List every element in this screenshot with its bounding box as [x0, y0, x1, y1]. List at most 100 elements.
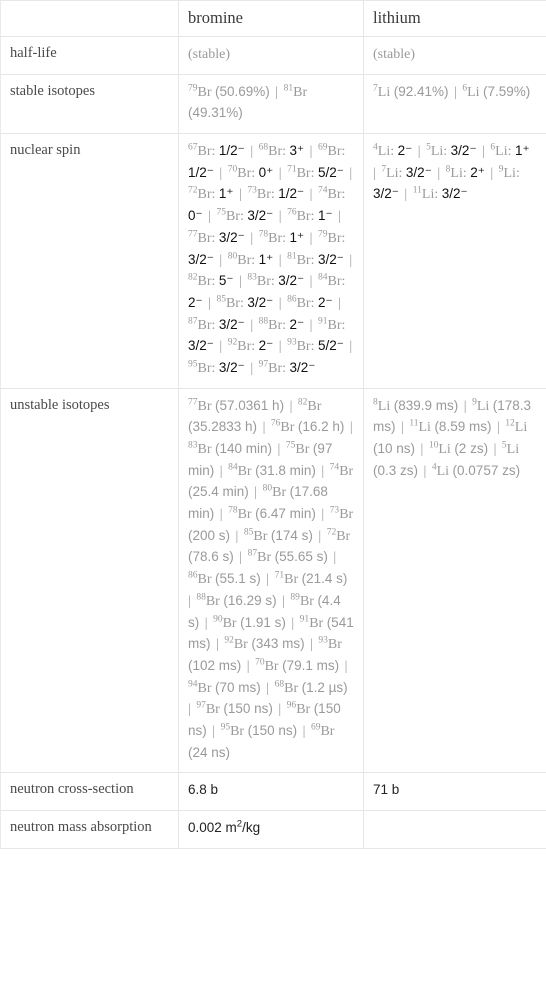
isotope-value: (200 s) — [188, 527, 231, 543]
isotope-value: (50.69%) — [215, 83, 270, 99]
cell-nuclear-spin-bromine: 67Br: 1/2⁻ | 68Br: 3⁺ | 69Br: 1/2⁻ | 70B… — [178, 133, 364, 389]
isotope-label: 11Li: — [413, 186, 439, 203]
isotope-label: 8Li: — [446, 164, 467, 181]
isotope-label: 7Li: — [381, 164, 403, 181]
isotope-spin-value: 3/2⁻ — [218, 229, 245, 245]
isotope-mass-number: 79 — [188, 83, 198, 94]
isotope-label: 83Br: — [247, 273, 275, 290]
isotope-symbol: Li: — [421, 187, 439, 203]
isotope-symbol: Br — [295, 442, 310, 457]
isotope-value: (10 ns) — [373, 441, 416, 456]
row-label-neutron-cross-section: neutron cross-section — [0, 772, 179, 811]
isotope-label: 80Br — [263, 484, 287, 500]
isotope-label: 74Br — [330, 462, 354, 478]
isotope-symbol: Br: — [327, 144, 346, 160]
isotope-mass-number: 89 — [290, 592, 300, 603]
isotope-mass-number: 88 — [258, 315, 269, 326]
isotope-label: 94Br — [188, 679, 212, 695]
isotope-label: 75Br: — [216, 208, 243, 224]
isotope-separator: | — [215, 165, 226, 181]
isotope-value: (24 ns) — [188, 744, 231, 760]
neutron-cross-section-bromine-value: 6.8 b — [188, 782, 219, 798]
isotope-separator: | — [490, 442, 500, 457]
isotope-separator: | — [275, 165, 286, 181]
isotope-symbol: Br: — [256, 274, 275, 290]
isotope-symbol: Br — [327, 637, 342, 653]
isotope-mass-number: 85 — [243, 527, 254, 538]
isotope-separator: | — [216, 463, 227, 479]
isotope-separator: | — [215, 252, 226, 268]
isotope-symbol: Br — [197, 84, 212, 100]
cell-nuclear-spin-lithium: 4Li: 2⁻ | 5Li: 3/2⁻ | 6Li: 1⁺ | 7Li: 3/2… — [363, 133, 546, 389]
isotope-separator: | — [243, 658, 254, 674]
neutron-cross-section-lithium-value: 71 b — [373, 782, 400, 798]
corner-cell — [0, 0, 179, 37]
isotope-mass-number: 82 — [297, 396, 308, 407]
isotope-mass-number: 75 — [285, 440, 296, 451]
isotope-mass-number: 97 — [196, 700, 206, 711]
isotope-symbol: Br — [197, 398, 212, 414]
isotope-symbol: Li: — [450, 165, 467, 181]
isotope-label: 84Br: — [317, 272, 346, 290]
isotope-symbol: Br — [339, 507, 354, 523]
row-label-stable-isotopes: stable isotopes — [0, 73, 179, 135]
isotope-separator: | — [306, 637, 317, 653]
isotope-symbol: Br: — [327, 274, 346, 290]
isotope-value: (21.4 s) — [301, 571, 348, 587]
isotope-symbol: Br: — [268, 144, 287, 160]
isotope-value: (1.2 µs) — [301, 679, 348, 695]
isotope-label: 82Br — [297, 396, 322, 413]
isotope-separator: | — [417, 442, 427, 457]
isotope-label: 97Br — [196, 700, 220, 717]
isotope-separator: | — [274, 702, 285, 718]
isotope-value: (70 ms) — [215, 679, 261, 695]
isotope-value: (55.65 s) — [274, 549, 328, 565]
isotope-mass-number: 71 — [274, 570, 285, 581]
isotope-value: (2 zs) — [454, 441, 489, 456]
isotope-label: 5Li — [502, 441, 520, 457]
isotope-mass-number: 76 — [270, 418, 281, 429]
cell-unstable-isotopes-bromine: 77Br (57.0361 h) | 82Br (35.2833 h) | 76… — [178, 387, 364, 774]
isotope-separator: | — [306, 187, 316, 203]
isotope-label: 83Br — [188, 441, 212, 457]
isotope-spin-value: 1⁻ — [317, 208, 333, 224]
isotope-symbol: Li — [506, 442, 520, 457]
isotope-separator: | — [317, 507, 328, 523]
isotope-label: 73Br: — [247, 186, 274, 202]
isotope-separator: | — [235, 550, 246, 566]
isotope-label: 77Br: — [188, 229, 215, 245]
isotope-separator: | — [246, 317, 257, 333]
isotope-separator: | — [262, 680, 273, 696]
isotope-mass-number: 84 — [317, 272, 328, 283]
isotope-label: 77Br — [188, 397, 212, 414]
isotope-separator: | — [274, 442, 284, 457]
isotope-separator: | — [271, 84, 282, 100]
isotope-separator: | — [201, 615, 212, 631]
isotope-symbol: Li: — [430, 144, 448, 160]
isotope-label: 90Br — [213, 614, 237, 630]
isotope-separator: | — [460, 398, 471, 414]
isotope-mass-number: 82 — [188, 272, 198, 283]
isotope-spin-value: 3/2⁻ — [450, 143, 477, 159]
isotope-separator: | — [262, 572, 273, 588]
isotope-symbol: Br — [233, 637, 248, 653]
isotope-label: 92Br: — [228, 338, 255, 354]
isotope-separator: | — [306, 317, 316, 333]
isotope-mass-number: 84 — [228, 462, 238, 473]
isotope-symbol: Br: — [296, 165, 315, 181]
isotope-mass-number: 95 — [188, 359, 198, 370]
isotope-label: 8Li — [373, 397, 390, 413]
isotope-symbol: Br: — [296, 252, 315, 268]
isotope-spin-value: 0⁻ — [188, 208, 203, 224]
isotope-symbol: Br — [197, 442, 212, 457]
isotope-symbol: Li: — [386, 165, 403, 181]
isotope-mass-number: 70 — [255, 657, 265, 668]
isotope-mass-number: 87 — [188, 315, 198, 326]
isotope-symbol: Br: — [296, 295, 315, 311]
isotope-label: 71Br — [274, 570, 299, 587]
isotope-mass-number: 70 — [227, 164, 238, 175]
isotope-value: (8.59 ms) — [434, 419, 492, 435]
isotope-symbol: Li: — [495, 144, 512, 160]
isotope-mass-number: 81 — [283, 83, 294, 94]
isotope-separator: | — [306, 144, 316, 160]
